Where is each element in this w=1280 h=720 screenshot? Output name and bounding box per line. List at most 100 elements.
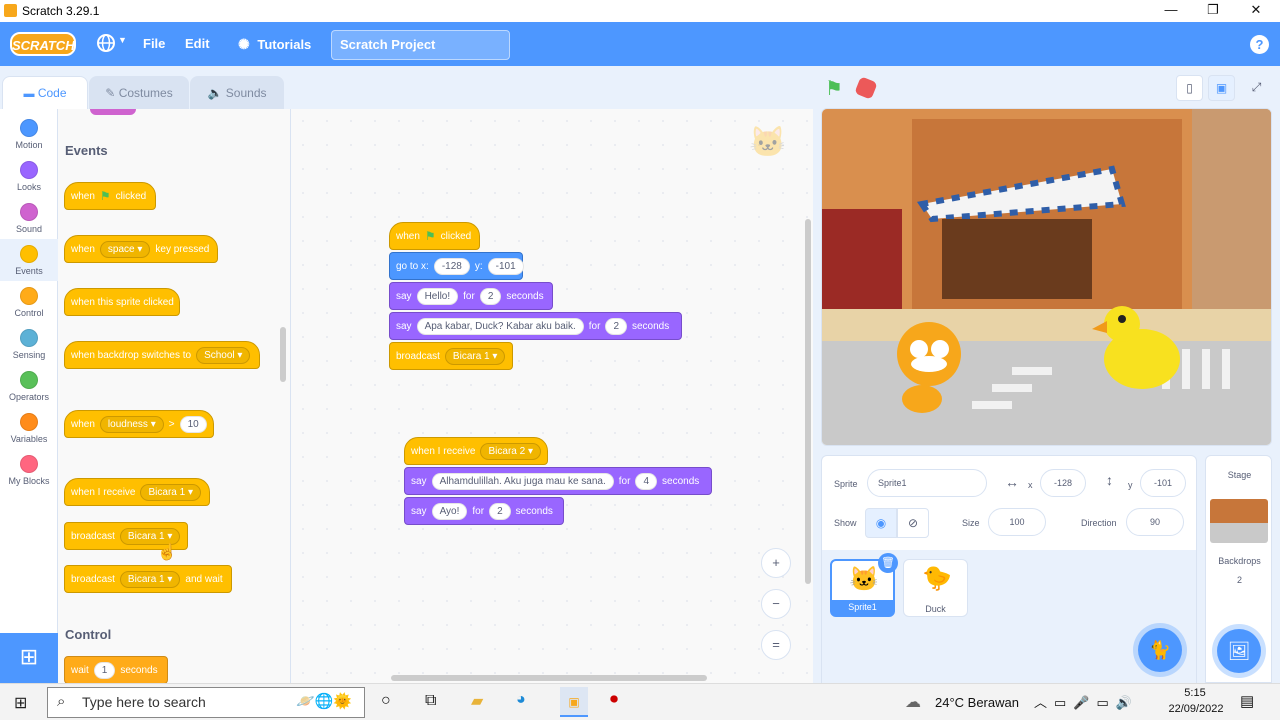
choose-backdrop-button[interactable]: 🖼 <box>1217 629 1261 673</box>
loudness-dropdown[interactable]: loudness ▾ <box>99 415 164 433</box>
backdrop-dropdown[interactable]: School ▾ <box>196 346 251 364</box>
message-input[interactable]: Hello! <box>416 287 459 305</box>
message-dropdown[interactable]: Bicara 2 ▾ <box>480 442 541 460</box>
palette-scrollbar[interactable] <box>280 327 286 382</box>
block-palette[interactable]: Events when ⚑ clicked when space ▾ key press… <box>58 109 291 683</box>
category-control[interactable]: Control <box>0 281 58 323</box>
help-icon[interactable]: ? <box>1250 35 1269 54</box>
maximize-button[interactable]: ❐ <box>1198 2 1228 18</box>
when-i-receive-script[interactable]: when I receive Bicara 2 ▾ <box>404 437 548 465</box>
script-horizontal-scrollbar[interactable] <box>391 675 707 681</box>
direction-input[interactable]: 90 <box>1126 508 1184 536</box>
say-for-secs-block[interactable]: say Hello! for 2 seconds <box>389 282 553 310</box>
wait-block[interactable]: wait 1 seconds <box>64 656 168 683</box>
dropdown-value: School <box>204 349 235 361</box>
weather-text[interactable]: 24°C Berawan <box>935 695 1019 710</box>
fullscreen-button[interactable]: ⤢ <box>1243 75 1270 101</box>
secs-input[interactable]: 2 <box>489 502 511 520</box>
say-for-secs-block[interactable]: say Ayo! for 2 seconds <box>404 497 564 525</box>
sound-block-partial[interactable] <box>90 109 136 115</box>
project-title-input[interactable]: Scratch Project <box>331 30 510 60</box>
x-input[interactable]: -128 <box>433 257 470 275</box>
recorder-icon[interactable]: ⏺ <box>610 691 618 709</box>
script-area[interactable]: 🐱 when ⚑ clicked go to x: -128 y: -101 say Hel… <box>291 109 813 683</box>
windows-start-icon[interactable]: ⊞ <box>14 693 27 713</box>
sprite-name-input[interactable]: Sprite1 <box>867 469 987 497</box>
message-dropdown[interactable]: Bicara 1 ▾ <box>444 347 506 365</box>
loudness-input[interactable]: 10 <box>179 415 207 433</box>
cloud-icon: ☁ <box>905 694 921 711</box>
large-stage-button[interactable]: ▣ <box>1208 75 1235 101</box>
when-flag-clicked-script[interactable]: when ⚑ clicked <box>389 222 480 250</box>
clock-time[interactable]: 5:15 <box>1170 687 1220 699</box>
message-dropdown[interactable]: Bicara 1 ▾ <box>140 483 201 501</box>
small-stage-button[interactable]: ▯ <box>1176 75 1203 101</box>
go-to-xy-block[interactable]: go to x: -128 y: -101 <box>389 252 524 280</box>
when-i-receive-block[interactable]: when I receive Bicara 1 ▾ <box>64 478 210 506</box>
sprite-thumb-duck[interactable]: 🐤 Duck <box>903 559 968 617</box>
language-menu[interactable]: ▼ <box>96 33 127 56</box>
file-explorer-icon[interactable]: ▰ <box>471 691 483 711</box>
size-input[interactable]: 100 <box>988 508 1046 536</box>
message-input[interactable]: Alhamdulillah. Aku juga mau ke sana. <box>431 472 614 490</box>
stage-canvas[interactable] <box>821 108 1272 446</box>
when-loudness-block[interactable]: when loudness ▾ >10 <box>64 410 214 438</box>
category-operators[interactable]: Operators <box>0 365 58 407</box>
category-my-blocks[interactable]: My Blocks <box>0 449 58 491</box>
script-vertical-scrollbar[interactable] <box>805 219 811 584</box>
choose-sprite-button[interactable]: 🐈 <box>1138 628 1182 672</box>
key-dropdown[interactable]: space ▾ <box>99 240 151 258</box>
category-looks[interactable]: Looks <box>0 155 58 197</box>
when-key-pressed-block[interactable]: when space ▾ key pressed <box>64 235 218 263</box>
when-sprite-clicked-block[interactable]: when this sprite clicked <box>64 288 180 316</box>
when-flag-clicked-block[interactable]: when ⚑ clicked <box>64 182 156 210</box>
delete-sprite-button[interactable]: 🗑 <box>878 553 898 573</box>
task-view-icon[interactable]: ⧉ <box>425 692 436 710</box>
tab-code[interactable]: ▬ Code <box>2 76 88 109</box>
secs-input[interactable]: 2 <box>479 287 502 305</box>
tab-costumes[interactable]: ✎ Costumes <box>89 76 189 109</box>
taskbar-search[interactable]: ⌕ Type here to search 🪐🌐🌞 <box>47 687 365 718</box>
zoom-out-button[interactable]: − <box>761 589 791 619</box>
tab-sounds[interactable]: 🔈 Sounds <box>190 76 284 109</box>
broadcast-block[interactable]: broadcast Bicara 1 ▾ <box>389 342 513 370</box>
zoom-in-button[interactable]: + <box>761 548 791 578</box>
category-sensing[interactable]: Sensing <box>0 323 58 365</box>
zoom-reset-button[interactable]: = <box>761 630 791 660</box>
show-visible-button[interactable]: ◉ <box>865 508 897 538</box>
scratch-logo[interactable]: SCRATCH <box>10 32 76 56</box>
green-flag-button[interactable]: ⚑ <box>825 76 843 101</box>
category-motion[interactable]: Motion <box>0 113 58 155</box>
secs-input[interactable]: 4 <box>635 472 658 490</box>
category-events[interactable]: Events <box>0 239 58 281</box>
stop-button[interactable] <box>854 76 878 100</box>
close-button[interactable]: ✕ <box>1241 2 1271 18</box>
system-tray-icons[interactable]: ︿▭🎤▭🔊 <box>1034 692 1139 711</box>
minimize-button[interactable]: — <box>1156 2 1186 17</box>
broadcast-and-wait-block[interactable]: broadcast Bicara 1 ▾ and wait <box>64 565 232 593</box>
message-input[interactable]: Ayo! <box>431 502 468 520</box>
edit-menu[interactable]: Edit <box>185 36 210 51</box>
x-input[interactable]: -128 <box>1040 469 1086 497</box>
when-backdrop-switches-block[interactable]: when backdrop switches to School ▾ <box>64 341 260 369</box>
tutorials-button[interactable]: ✺ Tutorials <box>238 36 311 53</box>
message-dropdown[interactable]: Bicara 1 ▾ <box>119 570 181 588</box>
wait-input[interactable]: 1 <box>93 661 116 679</box>
category-sound[interactable]: Sound <box>0 197 58 239</box>
say-for-secs-block[interactable]: say Alhamdulillah. Aku juga mau ke sana. f… <box>404 467 712 495</box>
edge-icon[interactable]: ◕ <box>516 691 526 709</box>
show-hidden-button[interactable]: ⊘ <box>897 508 929 538</box>
scratch-taskbar-icon[interactable]: ▣ <box>560 687 588 717</box>
stage-selector-pane[interactable]: Stage Backdrops 2 🖼 <box>1205 455 1272 683</box>
cortana-icon[interactable]: ○ <box>381 692 391 710</box>
category-variables[interactable]: Variables <box>0 407 58 449</box>
notification-icon[interactable]: ▤ <box>1240 692 1254 710</box>
say-for-secs-block[interactable]: say Apa kabar, Duck? Kabar aku baik. for 2 s… <box>389 312 682 340</box>
y-input[interactable]: -101 <box>487 257 524 275</box>
secs-input[interactable]: 2 <box>605 317 627 335</box>
file-menu[interactable]: File <box>143 36 165 51</box>
add-extension-button[interactable]: ⊞ <box>0 633 58 683</box>
y-input[interactable]: -101 <box>1140 469 1186 497</box>
message-input[interactable]: Apa kabar, Duck? Kabar aku baik. <box>416 317 584 335</box>
clock-date[interactable]: 22/09/2022 <box>1166 703 1226 715</box>
